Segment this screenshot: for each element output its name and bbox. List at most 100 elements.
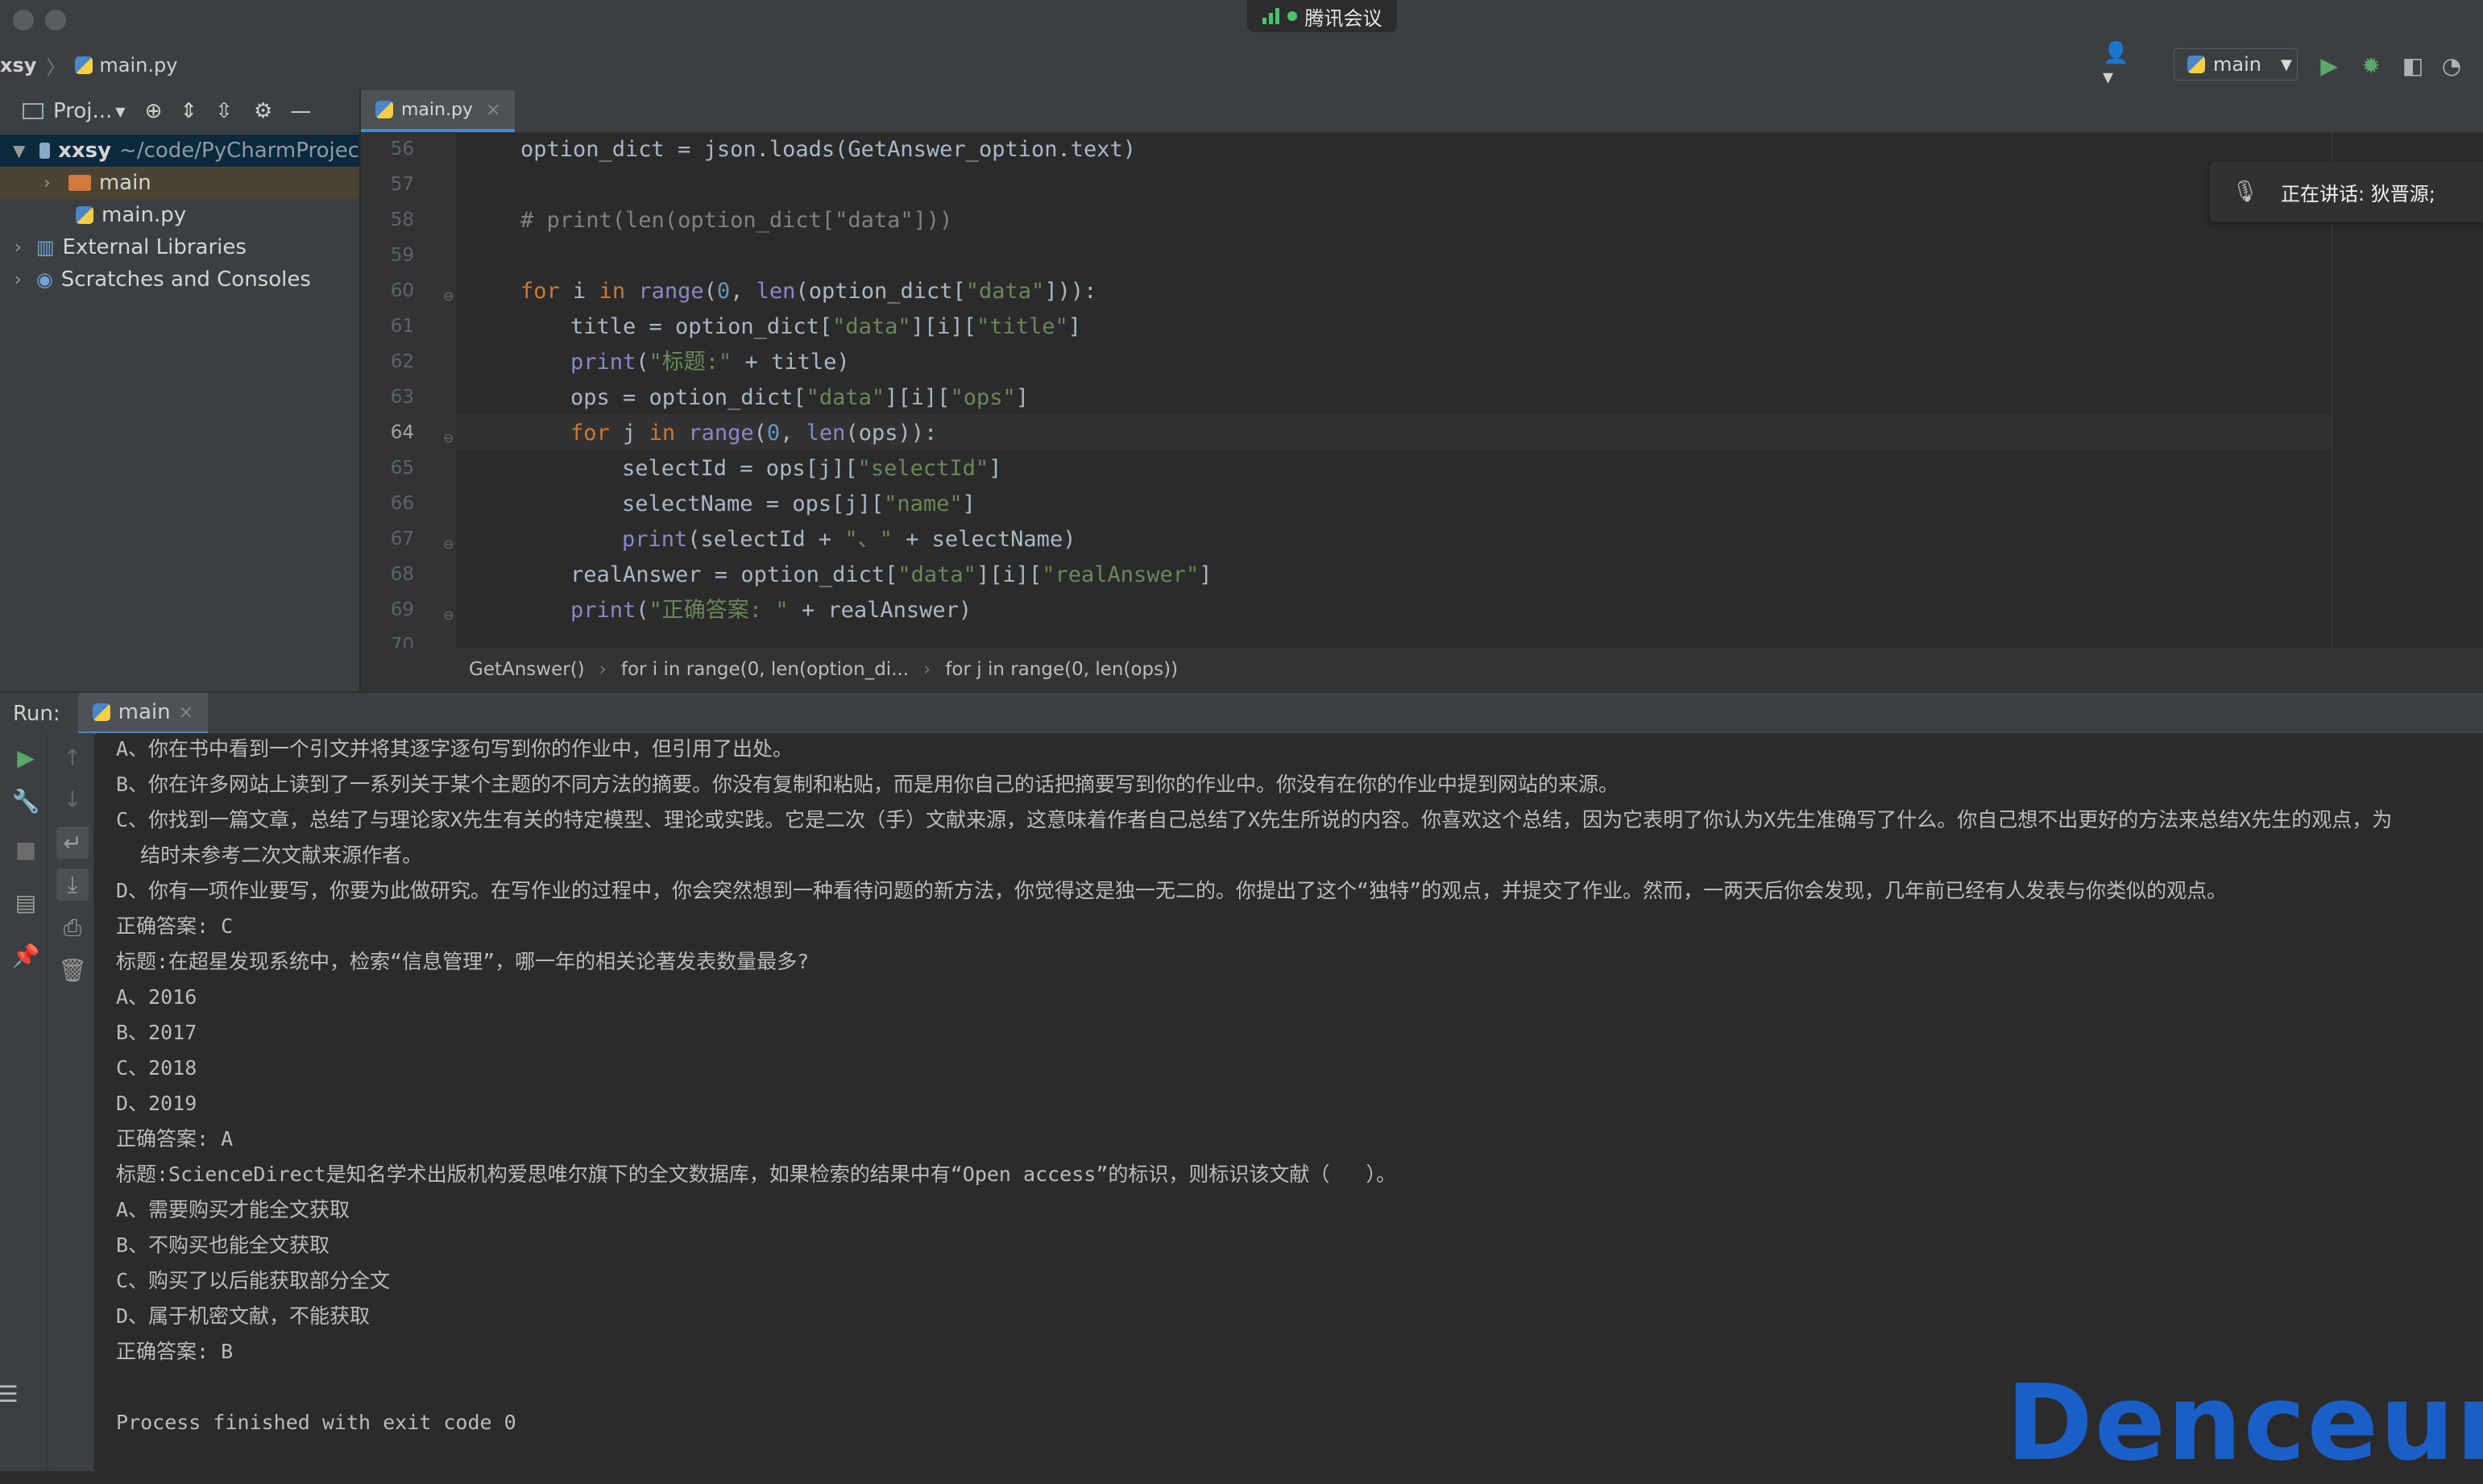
soft-wrap-icon[interactable]: ↵ — [56, 827, 89, 859]
chevron-right-icon[interactable]: › — [15, 270, 22, 290]
code-line: for j in range(0, len(ops)): — [570, 421, 938, 446]
line-number: 56 — [390, 139, 414, 160]
hide-panel-icon[interactable]: — — [290, 99, 311, 123]
console-line: A、需要购买才能全文获取 — [116, 1198, 350, 1221]
console-line: C、你找到一篇文章，总结了与理论家X先生有关的特定模型、理论或实践。它是二次（手… — [116, 808, 2393, 831]
wrench-icon[interactable]: 🔧 — [10, 785, 42, 817]
layout-icon[interactable]: ▤ — [10, 886, 42, 918]
tree-item-label: main — [98, 171, 151, 195]
close-window-button[interactable] — [13, 10, 34, 31]
code-line: option_dict = json.loads(GetAnswer_optio… — [520, 137, 1137, 162]
folder-icon — [39, 143, 51, 159]
recording-dot-icon — [1287, 11, 1297, 21]
line-number: 65 — [390, 458, 414, 479]
console-line: C、2018 — [116, 1056, 197, 1080]
meeting-indicator[interactable]: 腾讯会议 — [1247, 0, 1397, 32]
breadcrumb-inner-loop[interactable]: for j in range(0, len(ops)) — [945, 659, 1178, 680]
locate-file-icon[interactable]: ⊕ — [145, 99, 163, 123]
code-line: for i in range(0, len(option_dict["data"… — [520, 279, 1097, 304]
arrow-up-icon[interactable]: ↑ — [56, 741, 89, 773]
run-window-label: Run: — [13, 702, 60, 726]
breadcrumb-separator-icon: › — [599, 659, 607, 680]
python-file-icon — [375, 101, 393, 118]
close-tab-icon[interactable]: × — [179, 703, 193, 723]
user-account-icon[interactable]: 👤▾ — [2103, 41, 2130, 89]
tree-item-main-py[interactable]: main.py — [0, 199, 359, 231]
tree-item-project-root[interactable]: ▼ xxsy ~/code/PyCharmProjec — [0, 135, 359, 167]
line-number: 60 — [390, 280, 414, 301]
run-configuration-select[interactable]: main ▼ — [2174, 48, 2298, 81]
expand-all-icon[interactable]: ⇕ — [180, 99, 197, 123]
code-line: print(selectId + "、" + selectName) — [622, 527, 1076, 552]
console-line: A、你在书中看到一个引文并将其逐字逐句写到你的作业中，但引用了出处。 — [116, 737, 794, 761]
structure-icon[interactable]: ☰ — [0, 1378, 24, 1410]
coverage-icon[interactable]: ◧ — [2399, 52, 2427, 79]
code-area[interactable]: option_dict = json.loads(GetAnswer_optio… — [456, 132, 2330, 648]
chevron-right-icon[interactable]: › — [15, 238, 22, 258]
console-line: 正确答案: C — [116, 914, 234, 938]
arrow-down-icon[interactable]: ↓ — [56, 783, 89, 815]
line-number-current: 64 — [390, 422, 414, 443]
code-breadcrumbs: GetAnswer() › for i in range(0, len(opti… — [361, 648, 2483, 691]
fold-marker-icon[interactable]: ⊖ — [443, 537, 454, 552]
project-view-select[interactable]: Proj... — [53, 99, 112, 123]
code-line: # print(len(option_dict["data"])) — [520, 208, 953, 233]
stop-icon[interactable]: ■ — [10, 833, 42, 865]
breadcrumb-outer-loop[interactable]: for i in range(0, len(option_di... — [621, 659, 909, 680]
tree-item-scratches[interactable]: › ◉ Scratches and Consoles — [0, 263, 359, 296]
console-output[interactable]: A、你在书中看到一个引文并将其逐字逐句写到你的作业中，但引用了出处。 B、你在许… — [95, 733, 2483, 1471]
watermark-logo: Denceun — [2006, 1362, 2483, 1484]
console-line: B、不购买也能全文获取 — [116, 1233, 330, 1257]
python-icon — [2187, 56, 2205, 73]
breadcrumb-file[interactable]: main.py — [99, 54, 177, 77]
python-file-icon — [76, 206, 93, 224]
breadcrumb-function[interactable]: GetAnswer() — [469, 659, 585, 680]
line-number: 69 — [390, 599, 414, 620]
line-number: 66 — [390, 493, 414, 514]
speaking-text: 正在讲话: 狄晋源; — [2281, 182, 2435, 205]
run-icon[interactable]: ▶ — [2315, 52, 2343, 79]
fold-marker-icon[interactable]: ⊖ — [443, 607, 454, 623]
fold-marker-icon[interactable]: ⊖ — [443, 288, 454, 304]
rerun-icon[interactable]: ▶ — [10, 741, 42, 773]
debug-icon[interactable]: ✹ — [2357, 52, 2385, 79]
minimize-window-button[interactable] — [45, 10, 66, 31]
console-line: 标题:在超星发现系统中，检索“信息管理”，哪一年的相关论著发表数量最多? — [116, 950, 810, 973]
microphone-icon: 🎙 — [2232, 180, 2259, 204]
code-line: print("正确答案: " + realAnswer) — [570, 598, 972, 623]
line-number-gutter: 56 57 58 59 60 61 62 63 64 65 66 67 68 6… — [361, 132, 456, 656]
run-tab-main[interactable]: main × — [77, 693, 209, 735]
tree-item-main-folder[interactable]: › main — [0, 167, 359, 199]
folder-icon — [68, 175, 91, 191]
collapse-all-icon[interactable]: ⇳ — [215, 99, 233, 123]
tree-item-external-libraries[interactable]: › ▥ External Libraries — [0, 231, 359, 263]
console-line: C、购买了以后能获取部分全文 — [116, 1269, 391, 1292]
breadcrumb-project[interactable]: xsy — [0, 54, 36, 77]
line-number: 61 — [390, 316, 414, 337]
gear-icon[interactable]: ⚙ — [254, 99, 272, 123]
pin-icon[interactable]: 📌 — [10, 939, 42, 972]
line-number: 58 — [390, 209, 414, 230]
line-number: 63 — [390, 387, 414, 408]
run-tab-label: main — [118, 700, 171, 724]
print-icon[interactable]: ⎙ — [56, 912, 89, 944]
tab-main-py[interactable]: main.py × — [361, 90, 516, 132]
tree-item-label: External Libraries — [62, 235, 247, 259]
line-number: 62 — [390, 351, 414, 372]
library-icon: ▥ — [35, 236, 55, 259]
trash-icon[interactable]: 🗑 — [56, 954, 89, 986]
scroll-to-end-icon[interactable]: ⤓ — [56, 868, 89, 901]
chevron-down-icon[interactable]: ▼ — [115, 104, 125, 119]
code-line: selectName = ops[j]["name"] — [622, 491, 976, 516]
fold-marker-icon[interactable]: ⊖ — [443, 430, 454, 446]
code-line: ops = option_dict["data"][i]["ops"] — [570, 385, 1029, 410]
close-tab-icon[interactable]: × — [486, 100, 500, 120]
chevron-right-icon[interactable]: › — [44, 173, 51, 193]
python-icon — [92, 703, 110, 721]
run-configuration-label: main — [2213, 53, 2261, 76]
console-line: 正确答案: A — [116, 1127, 234, 1150]
chevron-down-icon[interactable]: ▼ — [13, 141, 25, 160]
code-line: selectId = ops[j]["selectId"] — [622, 456, 1002, 481]
profile-icon[interactable]: ◔ — [2438, 52, 2465, 79]
editor: main.py × 56 57 58 59 60 61 62 63 64 65 … — [361, 90, 2483, 691]
